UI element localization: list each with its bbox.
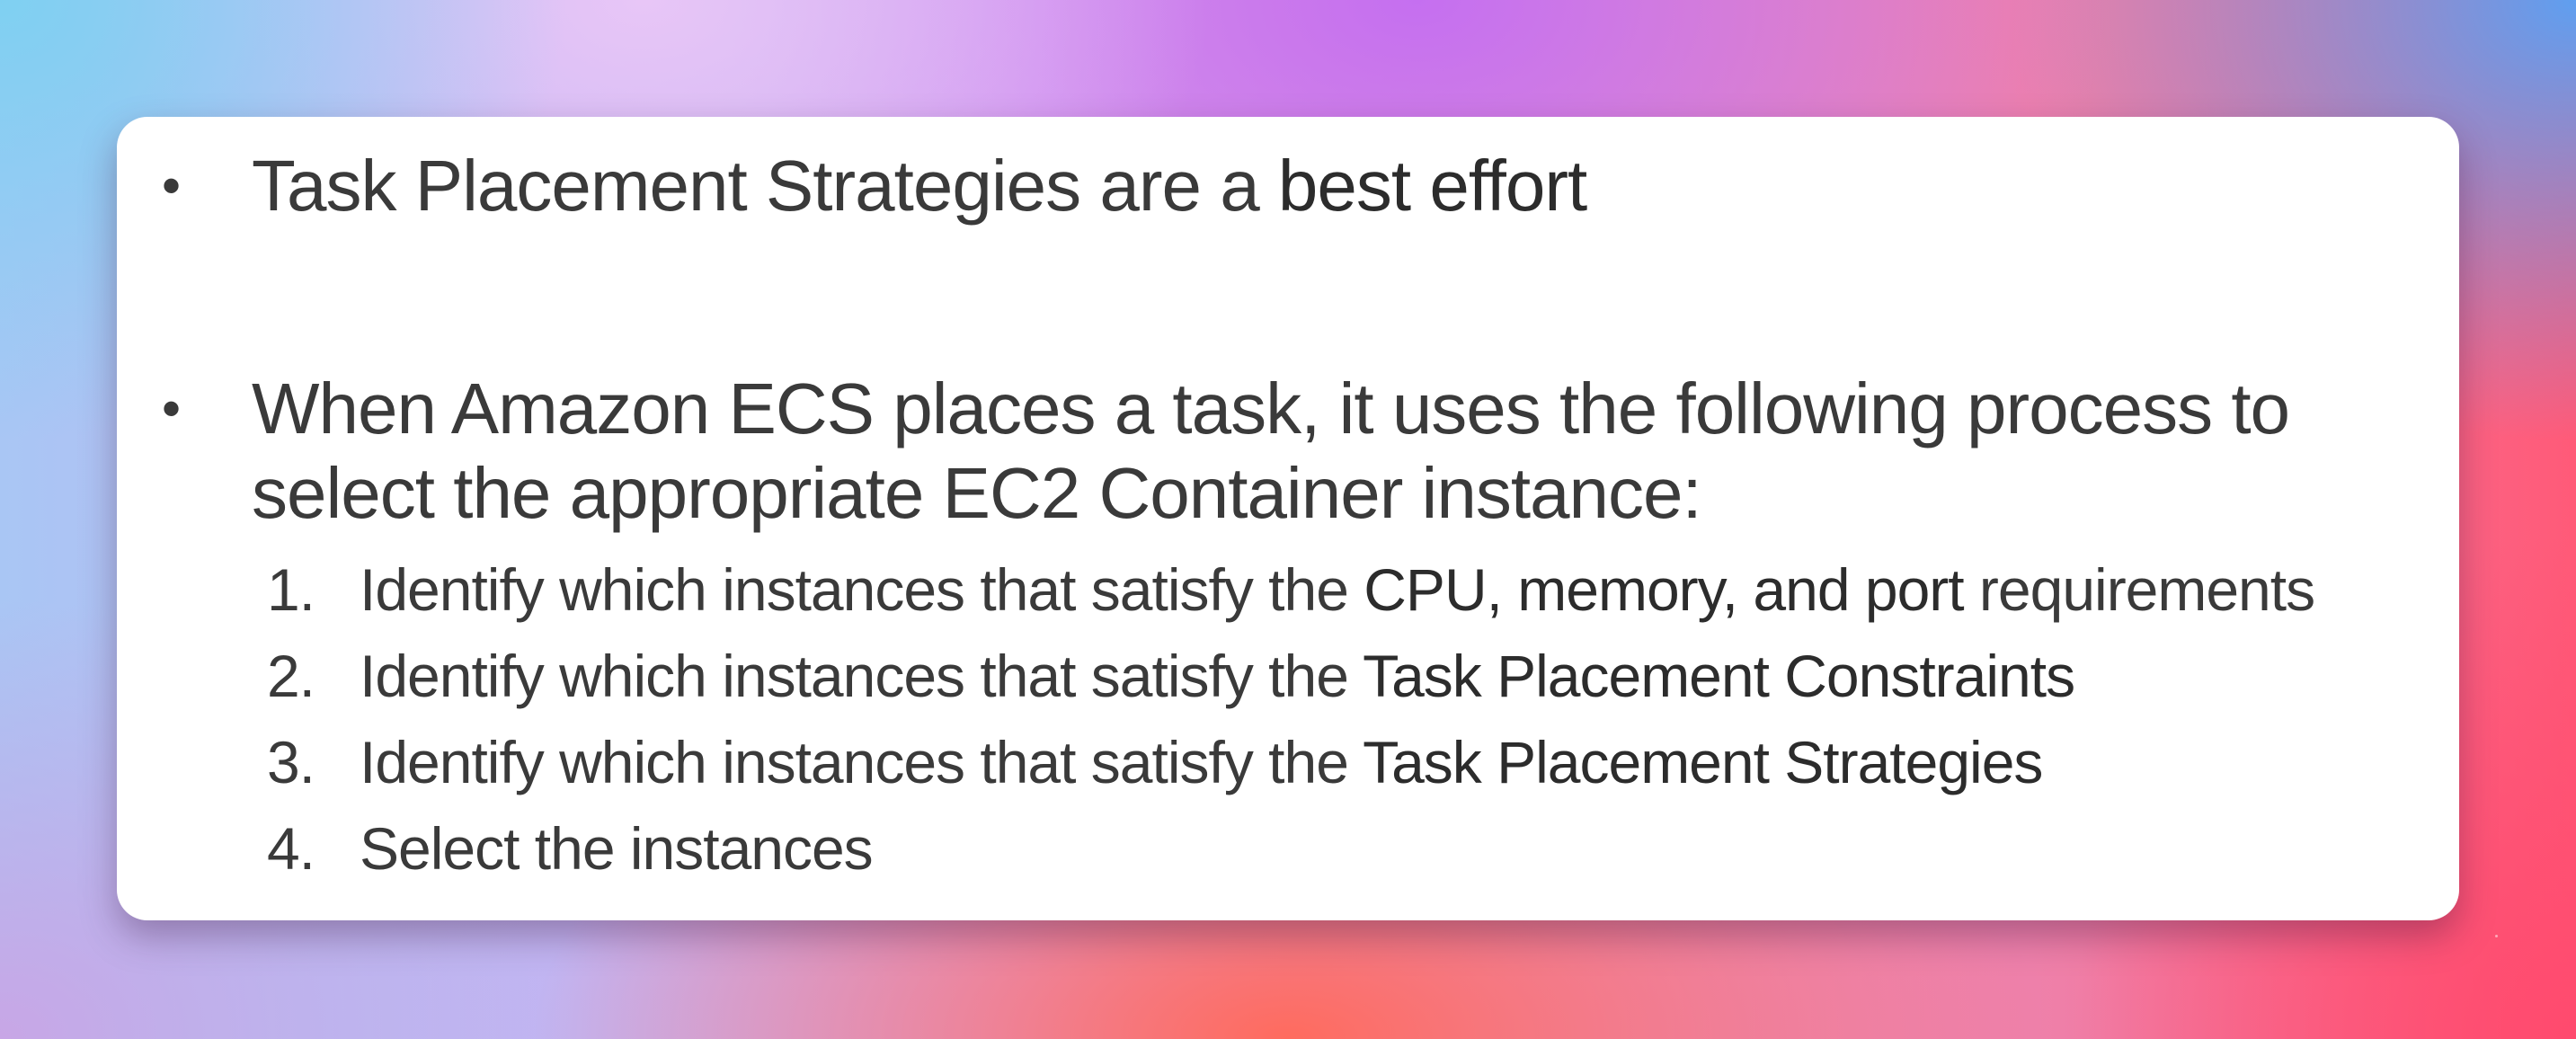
bullet-text-emphasis: best effort <box>1277 146 1587 226</box>
bullet-text: When Amazon ECS places a task, it uses t… <box>252 369 2290 533</box>
step-text: Identify which instances that satisfy th… <box>360 633 2075 719</box>
step-number: 3. <box>266 729 315 795</box>
step-number: 1. <box>266 556 315 623</box>
decorative-dot <box>2495 935 2498 937</box>
bullet-text: Task Placement Strategies are a best eff… <box>252 144 1587 228</box>
bullet-dot-icon: • <box>162 155 181 216</box>
step-text-suffix: requirements <box>1963 556 2315 623</box>
step-number: 2. <box>266 643 315 709</box>
step-text-plain: Select the instances <box>360 815 874 882</box>
step-text: Identify which instances that satisfy th… <box>360 719 2043 805</box>
step-text-emphasis: Task Placement Strategies <box>1363 729 2043 795</box>
bullet-text-plain: Task Placement Strategies are a <box>252 146 1278 226</box>
step-text-emphasis: CPU, memory, and port <box>1364 556 1964 623</box>
step-text-plain: Identify which instances that satisfy th… <box>360 556 1364 623</box>
slide-card: • Task Placement Strategies are a best e… <box>117 117 2459 920</box>
bullet-dot-icon: • <box>162 378 181 439</box>
step-text: Select the instances <box>360 805 874 892</box>
step-text-emphasis: Task Placement Constraints <box>1363 643 2075 709</box>
step-text-plain: Identify which instances that satisfy th… <box>360 729 1364 795</box>
step-number: 4. <box>266 815 315 882</box>
step-text: Identify which instances that satisfy th… <box>360 546 2315 633</box>
step-text-plain: Identify which instances that satisfy th… <box>360 643 1364 709</box>
